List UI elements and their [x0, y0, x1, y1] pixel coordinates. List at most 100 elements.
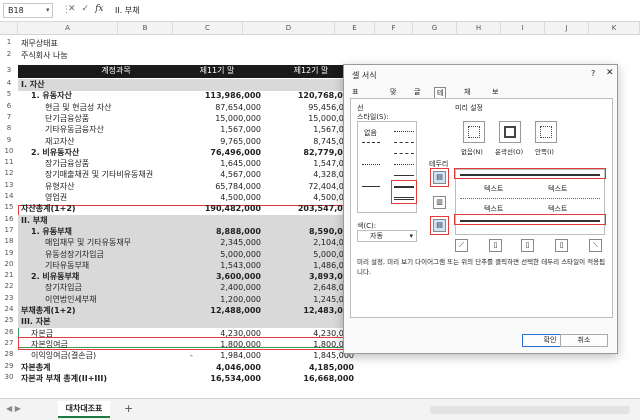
column-header[interactable]: G: [413, 22, 457, 35]
row-header[interactable]: 20: [0, 260, 18, 268]
account-cell[interactable]: 기타유동금융자산: [21, 124, 171, 136]
row-header[interactable]: 24: [0, 305, 18, 313]
line-style-option[interactable]: [362, 164, 380, 165]
period-11-cell[interactable]: 2,400,000: [173, 282, 263, 294]
tab-number[interactable]: 표시 형식: [350, 87, 360, 126]
column-header[interactable]: H: [457, 22, 501, 35]
border-right-button[interactable]: ▯: [555, 239, 568, 252]
row-header[interactable]: 16: [0, 215, 18, 223]
row-header[interactable]: 5: [0, 90, 18, 98]
period-11-cell[interactable]: 5,000,000: [173, 249, 263, 261]
period-11-cell[interactable]: 4,046,000: [173, 362, 263, 374]
account-cell[interactable]: 1. 유동자산: [21, 90, 171, 102]
sheet-tab[interactable]: 대차대조표: [58, 401, 110, 418]
period-11-cell[interactable]: 65,784,000: [173, 181, 263, 193]
line-style-option[interactable]: [394, 197, 414, 200]
horizontal-scrollbar[interactable]: [430, 406, 630, 414]
add-sheet-icon[interactable]: +: [124, 402, 133, 415]
row-header[interactable]: 1: [0, 38, 18, 46]
period-11-cell[interactable]: 1,984,000: [173, 350, 263, 362]
row-header[interactable]: 14: [0, 192, 18, 200]
border-center-button[interactable]: ▯: [521, 239, 534, 252]
border-preview[interactable]: 텍스트 텍스트 텍스트 텍스트: [454, 168, 606, 235]
row-header[interactable]: 19: [0, 249, 18, 257]
row-header[interactable]: 22: [0, 282, 18, 290]
close-icon[interactable]: ✕: [606, 68, 614, 78]
tab-border[interactable]: 테두리: [434, 87, 447, 117]
row-header[interactable]: 27: [0, 339, 18, 347]
help-icon[interactable]: ?: [591, 69, 595, 78]
row-header[interactable]: 23: [0, 294, 18, 302]
account-cell[interactable]: 이연법인세부채: [21, 294, 171, 306]
account-cell[interactable]: 자본과 부채 총계(II+III): [21, 373, 171, 385]
period-11-cell[interactable]: 1,645,000: [173, 158, 263, 170]
period-11-cell[interactable]: [173, 79, 263, 91]
sheet-title[interactable]: 재무상태표: [21, 38, 171, 50]
border-diagonal-down-button[interactable]: ⟍: [589, 239, 602, 252]
row-header[interactable]: 8: [0, 124, 18, 132]
period-11-cell[interactable]: 87,654,000: [173, 102, 263, 114]
style-none[interactable]: 없음: [364, 128, 377, 138]
row-header[interactable]: 25: [0, 316, 18, 324]
account-cell[interactable]: 이익잉여금(결손금): [21, 350, 171, 362]
period-11-cell[interactable]: 8,888,000: [173, 226, 263, 238]
tab-nav-icons[interactable]: ◀ ▶: [6, 404, 21, 413]
line-style-option[interactable]: [362, 186, 380, 187]
row-header[interactable]: 4: [0, 79, 18, 87]
select-all-corner[interactable]: [0, 22, 18, 35]
cancel-button[interactable]: 취소: [560, 334, 608, 347]
line-style-option[interactable]: [394, 164, 414, 165]
account-cell[interactable]: III. 자본: [21, 316, 171, 328]
column-header[interactable]: I: [501, 22, 545, 35]
column-header[interactable]: E: [335, 22, 375, 35]
line-style-option[interactable]: [394, 186, 414, 188]
preset-none-button[interactable]: [463, 121, 485, 143]
account-cell[interactable]: 매입채무 및 기타유동채무: [21, 237, 171, 249]
row-header[interactable]: 9: [0, 136, 18, 144]
account-cell[interactable]: 유형자산: [21, 181, 171, 193]
tab-alignment[interactable]: 맞춤: [388, 87, 398, 106]
period-11-cell[interactable]: 15,000,000: [173, 113, 263, 125]
period-11-cell[interactable]: 1,567,000: [173, 124, 263, 136]
formula-input[interactable]: II. 부채: [115, 5, 140, 16]
account-cell[interactable]: 자본잉여금: [21, 339, 171, 351]
line-style-option[interactable]: [362, 142, 380, 143]
period-11-cell[interactable]: 12,488,000: [173, 305, 263, 317]
border-diagonal-up-button[interactable]: ⟋: [455, 239, 468, 252]
period-11-cell[interactable]: 4,230,000: [173, 328, 263, 340]
period-11-cell[interactable]: 1,200,000: [173, 294, 263, 306]
row-header[interactable]: 6: [0, 102, 18, 110]
period-11-cell[interactable]: 16,534,000: [173, 373, 263, 385]
border-bottom-button[interactable]: ▤: [433, 219, 446, 232]
cancel-icon[interactable]: ✕: [68, 4, 76, 14]
account-cell[interactable]: 현금 및 현금성 자산: [21, 102, 171, 114]
header-account[interactable]: 계정과목: [21, 65, 171, 77]
row-header[interactable]: 7: [0, 113, 18, 121]
period-11-cell[interactable]: 1,543,000: [173, 260, 263, 272]
account-cell[interactable]: 2. 비유동부채: [21, 271, 171, 283]
account-cell[interactable]: 영업권: [21, 192, 171, 204]
border-top-button[interactable]: ▤: [433, 171, 446, 184]
row-header[interactable]: 3: [0, 66, 18, 74]
period-11-cell[interactable]: 190,482,000: [173, 203, 263, 215]
row-header[interactable]: 18: [0, 237, 18, 245]
row-header[interactable]: 10: [0, 147, 18, 155]
account-cell[interactable]: 재고자산: [21, 136, 171, 148]
border-middle-button[interactable]: ▥: [433, 196, 446, 209]
period-11-cell[interactable]: [173, 316, 263, 328]
preset-inside-button[interactable]: [535, 121, 557, 143]
account-cell[interactable]: 자산총계(1+2): [21, 203, 171, 215]
row-header[interactable]: 21: [0, 271, 18, 279]
account-cell[interactable]: 1. 유동부채: [21, 226, 171, 238]
row-header[interactable]: 11: [0, 158, 18, 166]
column-header[interactable]: C: [173, 22, 243, 35]
line-style-option[interactable]: [394, 153, 414, 154]
period-11-cell[interactable]: [173, 215, 263, 227]
border-left-button[interactable]: ▯: [489, 239, 502, 252]
chevron-down-icon[interactable]: ▾: [46, 6, 50, 14]
tab-protection[interactable]: 보호: [490, 87, 500, 106]
account-cell[interactable]: 자본금: [21, 328, 171, 340]
preset-outline-button[interactable]: [499, 121, 521, 143]
line-style-option[interactable]: [394, 175, 414, 176]
column-header[interactable]: F: [375, 22, 413, 35]
